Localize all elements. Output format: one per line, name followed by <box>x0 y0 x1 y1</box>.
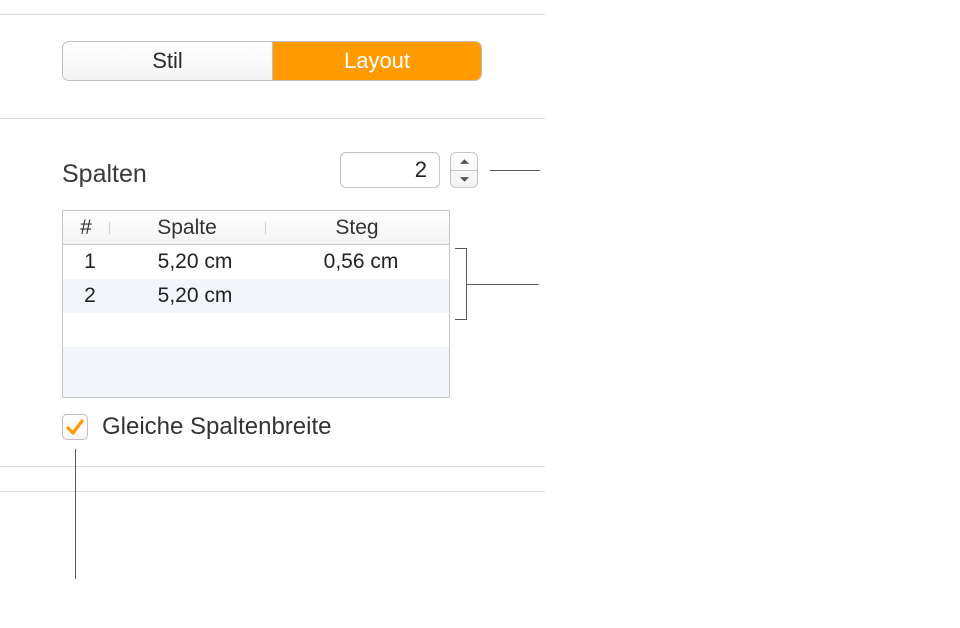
table-row-empty <box>63 347 449 397</box>
cell-index: 2 <box>63 284 117 308</box>
columns-table: # Spalte Steg 1 5,20 cm 0,56 cm 2 5,20 c… <box>62 210 450 398</box>
cell-column: 5,20 cm <box>117 250 273 274</box>
table-row-empty <box>63 313 449 347</box>
stepper-down-button[interactable] <box>451 170 477 187</box>
panel-top-border <box>0 14 545 15</box>
columns-stepper <box>450 152 478 188</box>
tab-bar: Stil Layout <box>62 41 482 81</box>
table-row[interactable]: 1 5,20 cm 0,56 cm <box>63 245 449 279</box>
header-column[interactable]: Spalte <box>109 216 265 240</box>
chevron-up-icon <box>459 158 470 166</box>
callout-bracket <box>455 248 467 320</box>
equal-width-label: Gleiche Spaltenbreite <box>102 413 331 441</box>
cell-column: 5,20 cm <box>117 284 273 308</box>
table-header: # Spalte Steg <box>63 211 449 245</box>
header-index[interactable]: # <box>63 216 109 240</box>
callout-line <box>75 449 76 579</box>
callout-line <box>467 284 539 285</box>
equal-width-checkbox[interactable] <box>62 414 88 440</box>
callout-line <box>490 170 540 171</box>
table-row[interactable]: 2 5,20 cm <box>63 279 449 313</box>
layout-inspector-panel: Stil Layout Spalten 2 # Spalte <box>0 0 545 492</box>
table-body: 1 5,20 cm 0,56 cm 2 5,20 cm <box>63 245 449 397</box>
tab-stil[interactable]: Stil <box>63 42 272 80</box>
cell-gutter: 0,56 cm <box>273 250 449 274</box>
equal-width-row: Gleiche Spaltenbreite <box>62 413 331 441</box>
cell-index: 1 <box>63 250 117 274</box>
stepper-up-button[interactable] <box>451 153 477 170</box>
divider <box>0 118 545 119</box>
tab-layout[interactable]: Layout <box>272 42 481 80</box>
columns-label: Spalten <box>62 160 147 189</box>
header-gutter[interactable]: Steg <box>265 216 449 240</box>
checkmark-icon <box>65 417 85 437</box>
columns-count-field[interactable]: 2 <box>340 152 440 188</box>
chevron-down-icon <box>459 175 470 183</box>
divider <box>0 466 545 467</box>
